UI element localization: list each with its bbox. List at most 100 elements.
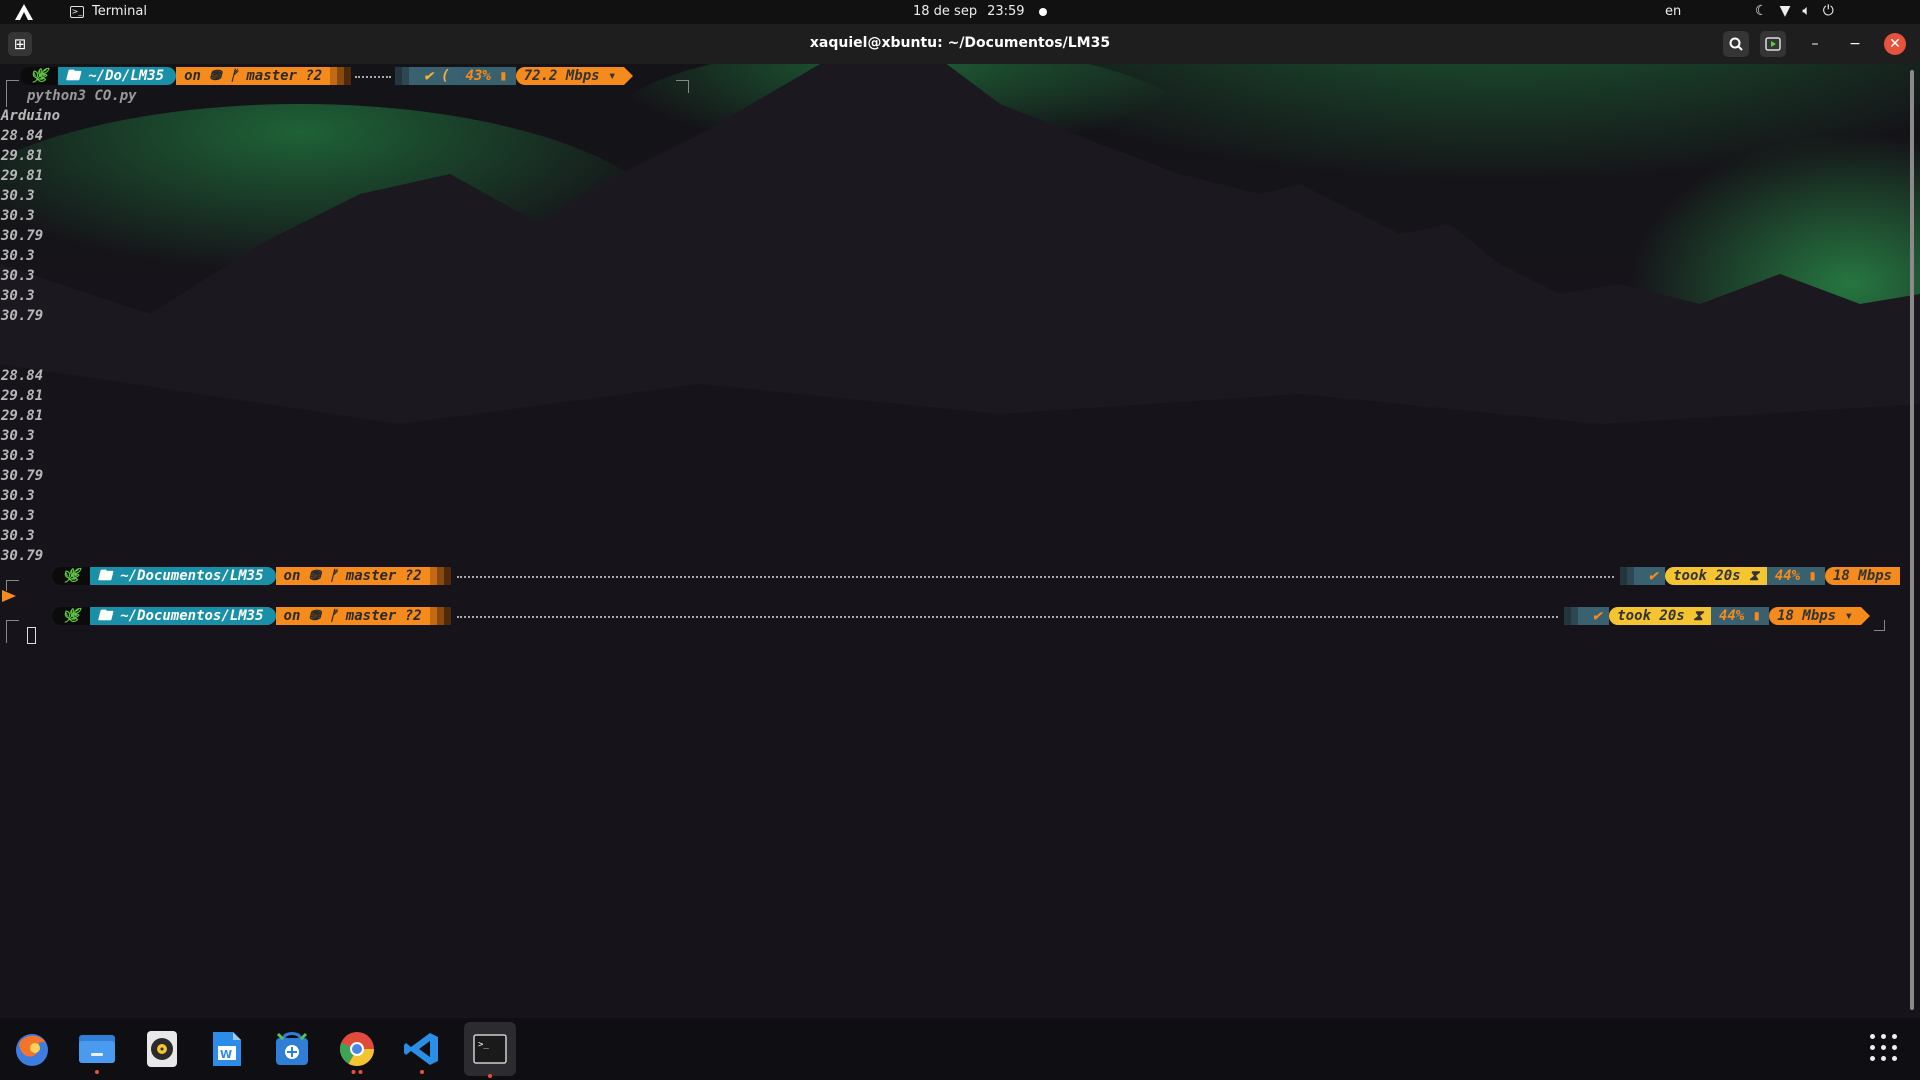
ubuntu-leaf-icon: 🌿︎ [30,68,48,84]
dock-app-writer[interactable]: W [204,1026,250,1072]
dock-app-vscode[interactable] [399,1026,445,1074]
output-line: 29.81 [1,148,44,164]
command-line: python3 CO.py [27,88,137,104]
close-button[interactable]: ✕ [1884,33,1906,55]
wallpaper-mountains [0,64,1920,1018]
path-text: ~/Do/LM35 [88,68,165,84]
prompt-line-3: 🌿︎ 🖿 ~/Documentos/LM35 on ⛃ ᚠ master ?2 … [20,607,1870,625]
volume-icon: 🔈︎ [1802,3,1811,19]
maximize-button[interactable]: − [1842,31,1868,57]
writer-icon: W [213,1032,241,1066]
battery-icon: ▮ [1808,568,1817,584]
stripes-decoration [1619,567,1641,585]
output-line: 30.3 [1,188,35,204]
folder-icon: 🖿 [65,68,89,84]
network-text: 18 Mbps [1832,568,1892,584]
battery-text: 44% [1774,568,1801,584]
top-bar: >_ Terminal 18 de sep 23:59 en ☾ ▼ 🔈︎ ⏻ [0,0,1920,24]
cast-icon [1765,37,1781,51]
network-text: 72.2 Mbps [523,68,600,84]
status-segment: ✔ ( [416,67,458,85]
prompt-filler [456,616,1558,618]
battery-icon: ▮ [1752,608,1762,624]
dock-app-firefox[interactable] [9,1026,55,1072]
svg-text:W: W [220,1048,232,1061]
dock-app-software[interactable] [269,1026,315,1072]
network-segment: 72.2 Mbps ▾ [515,67,625,85]
system-tray[interactable]: ☾ ▼ 🔈︎ ⏻ [1755,3,1834,19]
prompt-bracket-right [1874,620,1885,631]
prompt-filler [355,76,392,78]
files-icon [79,1035,115,1063]
battery-text: 44% [1718,608,1745,624]
show-apps-button[interactable] [1870,1034,1898,1062]
git-segment: on ⛃ ᚠ master ?2 [275,567,430,585]
minimize-button[interactable]: – [1802,31,1828,57]
keyboard-layout[interactable]: en [1665,4,1681,19]
prompt-arrow [624,67,634,85]
minimize-icon: – [1811,36,1819,52]
cast-button[interactable] [1760,31,1786,57]
prompt-bracket-left [6,620,19,643]
network-segment: 18 Mbps ▾ [1769,607,1861,625]
maximize-icon: − [1849,36,1861,52]
output-line: 30.79 [1,468,44,484]
output-line: Arduino [1,108,61,124]
search-icon [1729,37,1743,51]
dock-app-files[interactable] [74,1026,120,1074]
night-light-icon: ☾ [1755,3,1768,19]
path-segment: 🖿 ~/Documentos/LM35 [89,567,276,585]
activities-terminal[interactable]: >_ Terminal [70,4,147,19]
vscode-icon [404,1033,438,1065]
arch-logo-icon[interactable] [14,3,34,21]
output-line: 30.3 [1,428,35,444]
power-icon: ⏻ [1822,3,1834,19]
clock[interactable]: 18 de sep 23:59 [913,4,1047,19]
stripes-decoration [330,67,352,85]
search-button[interactable] [1723,31,1749,57]
terminal-cursor [27,627,36,644]
dock-app-terminal[interactable]: >_ [464,1022,516,1078]
output-line: 30.3 [1,268,35,284]
wifi-icon: ▼ [1779,3,1791,19]
output-line: 30.3 [1,208,35,224]
network-segment: 18 Mbps [1824,567,1900,585]
scrollbar[interactable] [1910,70,1914,1010]
path-segment: 🖿 ~/Documentos/LM35 [89,607,276,625]
status-segment: ✔ [1584,607,1610,625]
battery-segment: 43% ▮ [457,67,516,85]
os-segment: 🌿︎ [20,67,58,85]
output-line: 30.3 [1,508,35,524]
path-text: ~/Documentos/LM35 [120,568,264,584]
running-indicator [351,1070,363,1074]
folder-icon: 🖿 [97,608,121,624]
prompt-arrow-small [2,590,16,602]
output-line: 29.81 [1,388,44,404]
folder-icon: 🖿 [97,568,121,584]
output-line: 30.79 [1,228,44,244]
output-line: 30.3 [1,488,35,504]
window-title: xaquiel@xbuntu: ~/Documentos/LM35 [809,35,1111,51]
output-line: 30.79 [1,308,44,324]
ubuntu-leaf-icon: 🌿︎ [62,568,80,584]
battery-segment: 44% ▮ [1766,567,1825,585]
prompt-bracket-left [6,80,19,107]
os-segment: 🌿︎ [52,567,90,585]
stripes-decoration [429,607,451,625]
dock: W >_ [0,1018,1920,1080]
path-segment: 🖿 ~/Do/LM35 [57,67,177,85]
terminal-viewport[interactable]: 🌿︎ 🖿 ~/Do/LM35 on ⛃ ᚠ master ?2 ✔ ( 43% … [0,64,1920,1018]
clock-time: 23:59 [987,4,1025,19]
dock-app-rhythmbox[interactable] [139,1026,185,1072]
stripes-decoration [429,567,451,585]
rhythmbox-icon [147,1031,177,1067]
path-text: ~/Documentos/LM35 [120,608,264,624]
network-text: 18 Mbps [1777,608,1837,624]
wifi-small-icon: ▾ [607,68,617,84]
clock-date: 18 de sep [913,4,978,19]
dock-app-chrome[interactable] [334,1026,380,1074]
output-line: 30.79 [1,548,44,564]
activity-label: Terminal [92,4,147,19]
battery-text: 43% [465,68,491,84]
running-indicator [420,1070,424,1074]
